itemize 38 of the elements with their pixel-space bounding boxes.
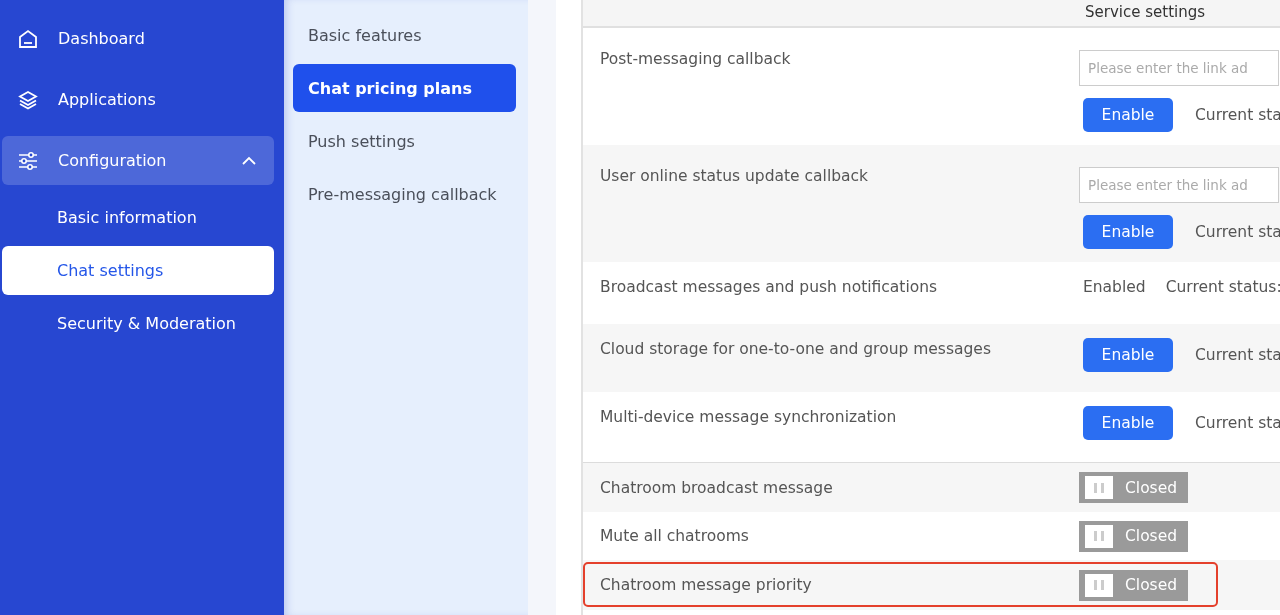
layers-icon [18,89,38,110]
enable-button[interactable]: Enable [1083,215,1173,249]
switch-knob-icon [1085,476,1113,499]
sidebar-subitem[interactable]: Security & Moderation [2,299,274,348]
sliders-icon [18,150,38,171]
submenu-item[interactable]: Pre-messaging callback [293,170,516,218]
sidebar-item[interactable]: Applications [2,75,274,124]
enable-button[interactable]: Enable [1083,406,1173,440]
status-text: Current sta [1195,106,1280,124]
chevron-icon [242,156,256,165]
setting-label: Multi-device message synchronization [599,408,898,426]
switch-knob-icon [1085,524,1113,548]
status-text: Current sta [1195,414,1280,432]
sidebar-item[interactable]: Configuration [2,136,274,185]
column-heading: Service settings [1085,3,1206,21]
link-input-field[interactable]: Please enter the link ad [1079,167,1279,203]
switch-knob-icon [1085,573,1113,597]
setting-label: Chatroom message priority [599,576,813,594]
setting-label: Mute all chatrooms [599,527,750,545]
enabled-text: Enabled [1083,278,1146,296]
enable-button[interactable]: Enable [1083,338,1173,372]
submenu-item[interactable]: Chat pricing plans [293,64,516,112]
setting-label: Post-messaging callback [599,50,792,68]
link-input-field[interactable]: Please enter the link ad [1079,50,1279,86]
sidebar-item[interactable]: Dashboard [2,14,274,63]
status-text: Current sta [1195,346,1280,364]
enable-button[interactable]: Enable [1083,98,1173,132]
status-text: Current status: [1165,278,1280,296]
setting-label: Chatroom broadcast message [599,478,834,497]
home-icon [18,28,38,49]
setting-label: Cloud storage for one-to-one and group messages [599,340,992,358]
submenu-item[interactable]: Push settings [293,117,516,165]
submenu-item[interactable]: Basic features [293,11,516,59]
status-text: Current sta [1195,223,1280,241]
setting-label: User online status update callback [599,167,870,185]
sidebar-subitem[interactable]: Chat settings [2,246,274,295]
setting-label: Broadcast messages and push notifications [599,278,939,296]
sidebar-subitem[interactable]: Basic information [2,193,274,242]
